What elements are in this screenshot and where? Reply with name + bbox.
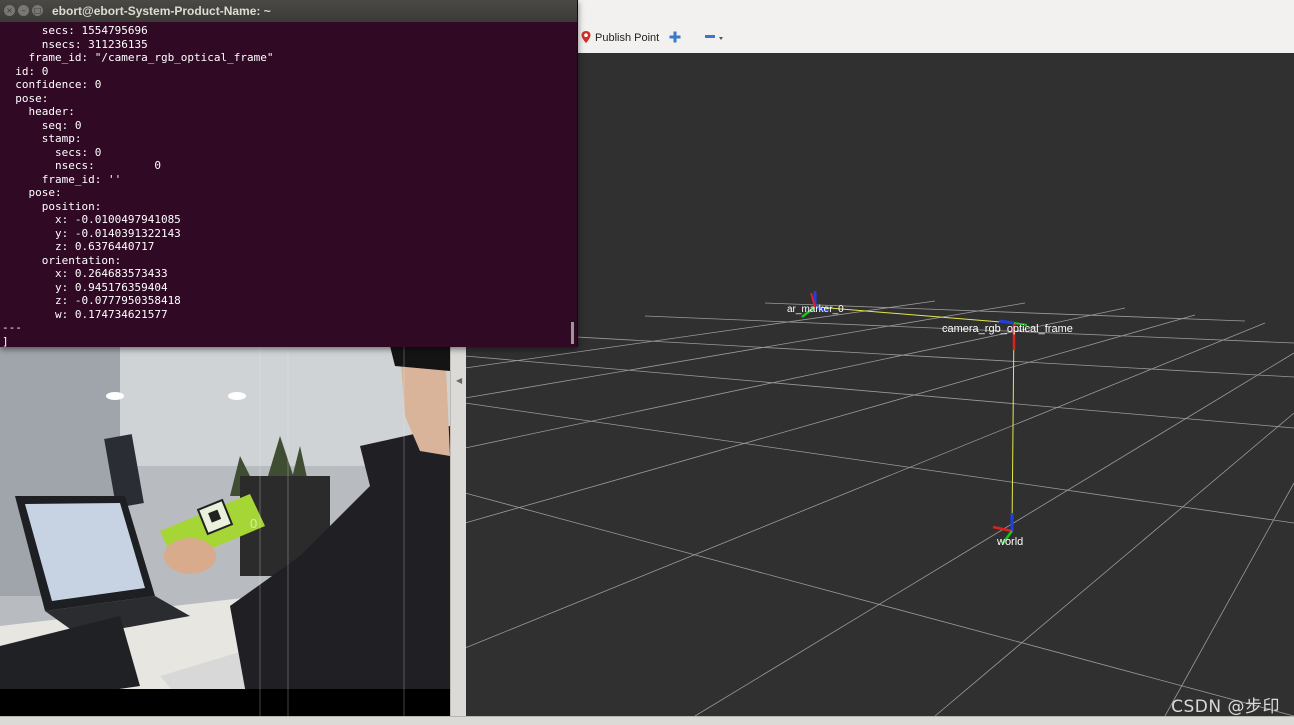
terminal-line: y: -0.0140391322143 — [2, 226, 181, 240]
marker-camera-link — [816, 306, 1014, 324]
watermark: CSDN @步印 — [1171, 697, 1280, 717]
terminal-line: nsecs: 311236135 — [2, 37, 148, 51]
terminal-line: x: -0.0100497941085 — [2, 213, 181, 226]
camera-image-view: 0 — [0, 346, 450, 716]
publish-point-button[interactable]: Publish Point — [580, 28, 659, 48]
ground-grid — [464, 300, 1294, 717]
collapse-arrow-icon[interactable]: ◀ — [456, 376, 462, 385]
maximize-icon[interactable]: □ — [32, 5, 43, 16]
camera-scene — [0, 346, 450, 716]
terminal-title: ebort@ebort-System-Product-Name: ~ — [52, 4, 271, 18]
terminal-line: pose: — [2, 91, 49, 105]
terminal-line: z: -0.0777950358418 — [2, 294, 181, 307]
minus-dropdown-icon — [704, 30, 726, 47]
terminal-window[interactable]: × – □ ebort@ebort-System-Product-Name: ~… — [0, 0, 578, 347]
camera-world-link — [1011, 322, 1015, 532]
minimize-icon[interactable]: – — [18, 5, 29, 16]
terminal-line: nsecs: 0 — [2, 159, 161, 172]
terminal-line: stamp: — [2, 132, 82, 145]
terminal-line: position: — [2, 199, 102, 213]
terminal-line: --- — [2, 321, 22, 334]
terminal-titlebar[interactable]: × – □ ebort@ebort-System-Product-Name: ~ — [0, 0, 577, 22]
terminal-scrollbar[interactable] — [571, 322, 574, 344]
terminal-line: orientation: — [2, 253, 122, 267]
terminal-line: x: 0.264683573433 — [2, 267, 168, 280]
3d-viewport[interactable]: ar_marker_0 camera_rgb_optical_frame wor… — [464, 53, 1294, 717]
map-pin-icon — [580, 30, 592, 47]
panel-splitter[interactable]: ◀ — [450, 346, 466, 716]
terminal-line: secs: 0 — [2, 145, 102, 159]
terminal-line: seq: 0 — [2, 118, 82, 132]
terminal-line: secs: 1554795696 — [2, 24, 148, 37]
terminal-line: header: — [2, 105, 75, 118]
terminal-line: id: 0 — [2, 64, 49, 78]
terminal-output[interactable]: secs: 1554795696 nsecs: 311236135 frame_… — [0, 22, 574, 347]
remove-tool-dropdown[interactable] — [704, 28, 726, 48]
terminal-line: y: 0.945176359404 — [2, 280, 168, 294]
terminal-line: frame_id: "/camera_rgb_optical_frame" — [2, 51, 274, 64]
grid-scene: ar_marker_0 camera_rgb_optical_frame wor… — [464, 291, 1294, 717]
terminal-line: z: 0.6376440717 — [2, 240, 155, 253]
interact-move-button[interactable] — [668, 28, 682, 48]
camera-frame-label: camera_rgb_optical_frame — [942, 323, 1073, 335]
terminal-line: ] — [2, 334, 9, 348]
plus-move-icon — [668, 30, 682, 47]
marker-id-overlay: 0 — [250, 516, 258, 531]
terminal-line: frame_id: '' — [2, 172, 122, 186]
terminal-line: pose: — [2, 186, 62, 199]
ar-marker-label: ar_marker_0 — [787, 304, 844, 315]
close-icon[interactable]: × — [4, 5, 15, 16]
publish-point-label: Publish Point — [595, 32, 660, 44]
world-frame-label: world — [996, 536, 1023, 548]
terminal-text: secs: 1554795696 nsecs: 311236135 frame_… — [0, 22, 574, 347]
terminal-line: confidence: 0 — [2, 78, 102, 91]
terminal-line: w: 0.174734621577 — [2, 307, 168, 321]
